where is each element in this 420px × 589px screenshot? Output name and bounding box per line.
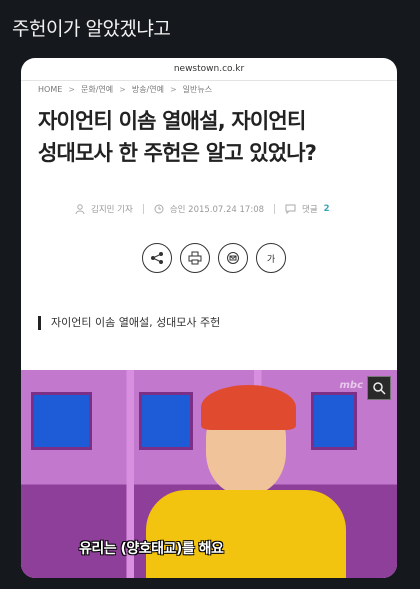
article-meta: 김지민 기자 승인 2015.07.24 17:08 댓글 2: [75, 203, 375, 215]
post-caption: 주헌이가 알았겠냐고: [12, 18, 171, 40]
comments-count[interactable]: 2: [324, 204, 330, 214]
breadcrumb-home[interactable]: HOME: [38, 85, 62, 94]
chevron-right-icon: >: [68, 85, 75, 94]
share-icon: [151, 252, 163, 264]
article-card: newstown.co.kr HOME > 문화/연예 > 방송/연예 > 일반…: [21, 58, 397, 578]
broadcaster-logo: mbc: [339, 380, 363, 391]
action-buttons: 가: [142, 243, 286, 273]
share-button[interactable]: [142, 243, 172, 273]
breadcrumb-broadcast[interactable]: 방송/연예: [132, 84, 164, 95]
divider: [274, 204, 276, 214]
printer-icon: [188, 251, 202, 265]
breadcrumb-general[interactable]: 일반뉴스: [183, 84, 212, 95]
breadcrumb-culture[interactable]: 문화/연예: [81, 84, 113, 95]
print-button[interactable]: [180, 243, 210, 273]
yellow-jacket: [146, 490, 346, 578]
email-button[interactable]: [218, 243, 248, 273]
tv-screen-middle: [139, 392, 193, 450]
person-icon: [75, 204, 85, 214]
chevron-right-icon: >: [169, 85, 177, 94]
comments-label[interactable]: 댓글: [302, 203, 318, 215]
red-cap: [201, 385, 296, 430]
headline-line-2: 성대모사 한 주헌은 알고 있었나?: [38, 141, 317, 165]
font-size-button[interactable]: 가: [256, 243, 286, 273]
video-subtitle: 유리는 (양호태교)를 해요: [79, 541, 224, 557]
comment-icon: [285, 204, 296, 214]
clock-icon: [154, 204, 164, 214]
tv-screen-left: [31, 392, 92, 450]
magnifier-icon: [373, 382, 386, 395]
article-headline: 자이언티 이솜 열애설, 자이언티 성대모사 한 주헌은 알고 있었나?: [38, 105, 383, 169]
article-summary: 자이언티 이솜 열애설, 성대모사 주헌: [38, 316, 220, 330]
email-icon: [227, 252, 239, 264]
approved-date: 승인 2015.07.24 17:08: [169, 205, 265, 215]
domain-bar: newstown.co.kr: [21, 58, 397, 81]
video-frame[interactable]: mbc 유리는 (양호태교)를 해요: [21, 370, 397, 578]
tv-screen-right: [311, 392, 357, 450]
chevron-right-icon: >: [119, 85, 126, 94]
breadcrumb: HOME > 문화/연예 > 방송/연예 > 일반뉴스: [38, 84, 212, 95]
headline-line-1: 자이언티 이솜 열애설, 자이언티: [38, 109, 306, 133]
image-search-button[interactable]: [367, 376, 391, 400]
font-size-icon: 가: [266, 254, 276, 265]
divider: [142, 204, 144, 214]
author: 김지민 기자: [91, 205, 133, 215]
